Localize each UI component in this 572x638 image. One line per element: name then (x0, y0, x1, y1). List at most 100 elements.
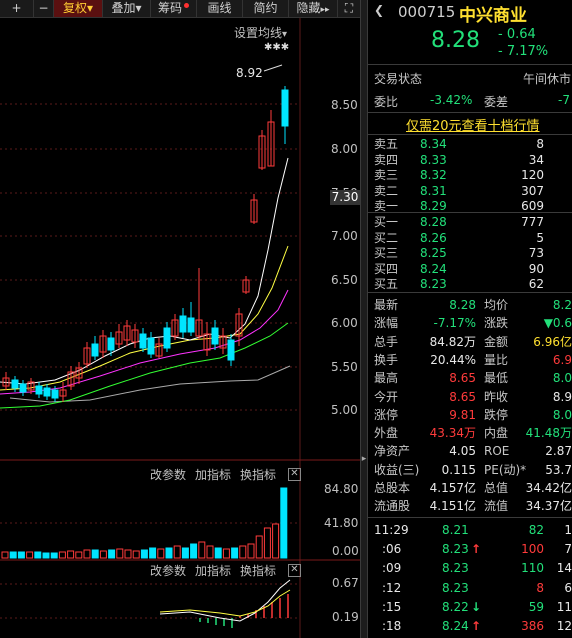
notification-dot-icon (184, 3, 189, 8)
stat-label: PE(动)* (484, 462, 527, 477)
tick-price: 8.21 (442, 523, 469, 537)
tick-row: :15 8.22 ↓ 59 11 (368, 598, 572, 616)
volume-add-indicator-button[interactable]: 加指标 (195, 466, 231, 483)
level-price: 8.31 (420, 183, 447, 198)
bid-row[interactable]: 买二 8.26 5 (368, 231, 572, 246)
level-volume: 120 (521, 168, 544, 183)
tick-time: :09 (382, 561, 402, 576)
stat-label: 跌停 (484, 407, 509, 422)
macd-axis-high: 0.67 (332, 576, 359, 590)
tick-row: :12 8.23 8 6 (368, 579, 572, 597)
separator (14, 0, 28, 17)
panel-splitter[interactable]: ▸ (360, 0, 368, 638)
level-label: 买二 (374, 230, 399, 245)
level-label: 买三 (374, 246, 399, 261)
volume-bar (181, 547, 189, 559)
stat-value: 4.157亿 (429, 481, 476, 495)
tick-count: 12 (556, 619, 572, 633)
candle-body (139, 333, 147, 349)
stat-value: 0.115 (441, 462, 476, 477)
tick-count: 11 (556, 599, 572, 614)
stat-label: 收益(三) (374, 462, 420, 477)
draw-line-button[interactable]: 画线 (197, 0, 243, 17)
stat-label: 流值 (484, 499, 509, 514)
tick-price: 8.22 (442, 599, 469, 614)
stats-row: 收益(三) 0.115 PE(动)* 53.7 (368, 461, 572, 479)
collapse-arrow-icon[interactable]: ▸ (361, 454, 367, 464)
tick-row: :06 8.23 ↑ 100 7 (368, 540, 572, 558)
arrow-down-icon: ↓ (471, 599, 482, 614)
stat-value: 20.44% (430, 352, 476, 367)
stat-label: 净资产 (374, 444, 411, 459)
candle-body (179, 315, 187, 333)
bid-row[interactable]: 买四 8.24 90 (368, 262, 572, 277)
simple-mode-button[interactable]: 简约 (243, 0, 289, 17)
volume-bar (34, 551, 42, 559)
stats-row: 总股本 4.157亿 总值 34.42亿 (368, 479, 572, 497)
macd-add-indicator-button[interactable]: 加指标 (195, 562, 231, 579)
level2-promo-link[interactable]: 仅需20元查看十档行情 (406, 115, 540, 134)
macd-close-icon[interactable]: ✕ (288, 564, 301, 577)
divider (368, 134, 572, 135)
volume-bar (206, 545, 214, 559)
level-volume: 62 (528, 277, 544, 292)
level-volume: 34 (528, 152, 544, 167)
volume-bar (1, 551, 9, 559)
macd-switch-indicator-button[interactable]: 换指标 (240, 562, 276, 579)
tick-price: 8.23 (442, 542, 469, 557)
candle-body (227, 339, 235, 361)
level-label: 买五 (374, 277, 399, 292)
stat-label: 金额 (484, 334, 509, 349)
ask-row[interactable]: 卖四 8.33 34 (368, 153, 572, 168)
stat-value: 41.48万 (525, 426, 572, 441)
volume-close-icon[interactable]: ✕ (288, 468, 301, 481)
ask-row[interactable]: 卖五 8.34 8 (368, 137, 572, 152)
volume-params-button[interactable]: 改参数 (150, 466, 186, 483)
stats-row: 最高 8.65 最低 8.0 (368, 369, 572, 387)
chip-distribution-button[interactable]: 筹码 (151, 0, 197, 17)
stat-value: 6.9 (552, 352, 572, 367)
kline-chart[interactable]: 设置均线▾ ✱✱✱ 8.92 8.508.007.507.006.506.005… (0, 18, 360, 638)
bid-row[interactable]: 买一 8.28 777 (368, 215, 572, 230)
fuquan-label: 复权 (62, 1, 87, 15)
back-arrow-icon[interactable]: ❮ (374, 3, 384, 17)
price-change-pct: - 7.17% (498, 44, 549, 59)
bid-row[interactable]: 买五 8.23 62 (368, 277, 572, 292)
stock-code: 000715 (398, 3, 456, 21)
candle-body (107, 337, 115, 351)
volume-bar (198, 541, 206, 559)
level-volume: 5 (536, 230, 544, 245)
tick-price: 8.24 (442, 619, 469, 633)
stat-value: 8.2 (552, 298, 572, 312)
volume-bar (239, 545, 247, 559)
stat-value: 43.34万 (429, 426, 476, 441)
hide-button[interactable]: 隐藏▸▸ (289, 0, 338, 17)
fuquan-dropdown[interactable]: 复权▾ (54, 0, 103, 17)
macd-params-button[interactable]: 改参数 (150, 562, 186, 579)
volume-switch-indicator-button[interactable]: 换指标 (240, 466, 276, 483)
stat-label: 总手 (374, 334, 399, 349)
ask-row[interactable]: 卖二 8.31 307 (368, 184, 572, 199)
tick-count: 14 (556, 561, 572, 576)
tick-price: 8.23 (442, 561, 469, 576)
current-price-label: 7.30 (330, 190, 360, 205)
candle-body (11, 379, 19, 389)
event-markers[interactable]: ✱✱✱ (264, 42, 289, 53)
tick-row: :09 8.23 110 14 (368, 559, 572, 577)
double-chevron-icon: ▸▸ (320, 5, 330, 15)
level-price: 8.26 (420, 230, 447, 245)
quote-panel: ❮ 000715 中兴商业 8.28 - 0.64 - 7.17% 交易状态 午… (368, 0, 572, 638)
fullscreen-icon[interactable]: ⛶ (338, 0, 360, 17)
ask-row[interactable]: 卖三 8.32 120 (368, 168, 572, 183)
tick-time: :06 (382, 542, 402, 557)
zoom-out-button[interactable]: − (34, 0, 54, 17)
stat-value: ▼0.6 (543, 316, 572, 331)
volume-bar (26, 551, 34, 559)
ma-settings-button[interactable]: 设置均线▾ (234, 24, 287, 41)
overlay-dropdown[interactable]: 叠加▾ (103, 0, 151, 17)
price-axis-label: 8.00 (331, 142, 358, 156)
tick-volume: 110 (521, 561, 544, 576)
volume-bar (272, 523, 280, 559)
bid-row[interactable]: 买三 8.25 73 (368, 246, 572, 261)
level-label: 买四 (374, 261, 399, 276)
